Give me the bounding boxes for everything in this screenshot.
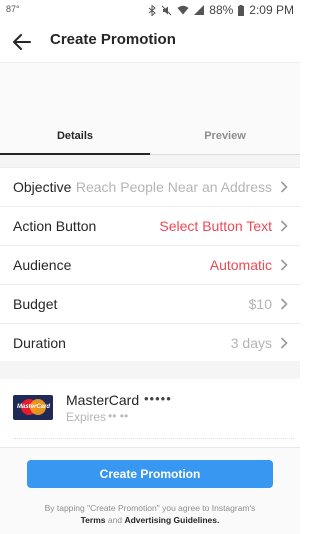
card-number-masked: ••••• bbox=[144, 391, 172, 406]
action-button-row[interactable]: Action Button Select Button Text bbox=[0, 207, 300, 246]
legal-and: and bbox=[107, 515, 123, 525]
mastercard-logo-icon: MasterCard bbox=[13, 395, 53, 420]
card-expires-label: Expires bbox=[66, 410, 107, 424]
wifi-icon bbox=[177, 5, 189, 15]
duration-row[interactable]: Duration 3 days bbox=[0, 324, 300, 363]
back-arrow-icon[interactable] bbox=[10, 30, 34, 54]
tab-bar: Details Preview bbox=[0, 118, 300, 155]
card-name: MasterCard bbox=[66, 392, 140, 408]
legal-line: By tapping "Create Promotion" you agree … bbox=[44, 503, 256, 513]
section-spacer bbox=[0, 361, 300, 379]
audience-value: Automatic bbox=[209, 257, 272, 273]
mute-icon bbox=[161, 5, 172, 15]
battery-percentage: 88% bbox=[209, 3, 234, 17]
tab-preview[interactable]: Preview bbox=[150, 118, 300, 154]
tab-details[interactable]: Details bbox=[0, 118, 150, 155]
advertising-guidelines-link[interactable]: Advertising Guidelines. bbox=[124, 515, 219, 525]
chevron-right-icon bbox=[280, 259, 288, 271]
legal-notice: By tapping "Create Promotion" you agree … bbox=[0, 502, 300, 526]
objective-value: Reach People Near an Address bbox=[75, 179, 272, 195]
temperature-indicator: 87° bbox=[6, 4, 20, 14]
budget-label: Budget bbox=[13, 296, 58, 312]
objective-row[interactable]: Objective Reach People Near an Address bbox=[0, 168, 300, 207]
clock: 2:09 PM bbox=[249, 3, 294, 17]
bluetooth-icon bbox=[148, 4, 157, 16]
tab-details-label: Details bbox=[56, 130, 94, 142]
chevron-right-icon bbox=[280, 181, 288, 193]
signal-icon bbox=[194, 5, 205, 15]
page-title: Create Promotion bbox=[50, 31, 176, 48]
audience-row[interactable]: Audience Automatic bbox=[0, 246, 300, 285]
status-icons: 88% 2:09 PM bbox=[148, 3, 294, 17]
objective-label: Objective bbox=[13, 179, 72, 195]
footer: Create Promotion By tapping "Create Prom… bbox=[0, 447, 300, 534]
chevron-right-icon bbox=[280, 298, 288, 310]
header-spacer bbox=[0, 62, 300, 119]
chevron-right-icon bbox=[280, 220, 288, 232]
card-expiry-masked: •• •• bbox=[108, 409, 129, 423]
budget-row[interactable]: Budget $10 bbox=[0, 285, 300, 324]
terms-link[interactable]: Terms bbox=[81, 515, 106, 525]
section-spacer bbox=[0, 155, 300, 167]
duration-label: Duration bbox=[13, 335, 66, 351]
app-header: Create Promotion bbox=[0, 22, 300, 62]
action-button-value: Select Button Text bbox=[159, 218, 272, 234]
promotion-settings-list: Objective Reach People Near an Address A… bbox=[0, 167, 300, 363]
status-bar: 87° 88% 2:09 PM bbox=[0, 0, 300, 22]
audience-label: Audience bbox=[13, 257, 72, 273]
action-button-label: Action Button bbox=[13, 218, 97, 234]
chevron-right-icon bbox=[280, 337, 288, 349]
battery-icon bbox=[238, 4, 245, 16]
budget-value: $10 bbox=[248, 296, 272, 312]
scrolled-content-edge bbox=[14, 438, 294, 445]
duration-value: 3 days bbox=[230, 335, 272, 351]
payment-method-row[interactable]: MasterCard MasterCard ••••• Expires •• •… bbox=[0, 379, 300, 435]
create-promotion-button[interactable]: Create Promotion bbox=[27, 460, 273, 488]
tab-preview-label: Preview bbox=[204, 130, 246, 142]
